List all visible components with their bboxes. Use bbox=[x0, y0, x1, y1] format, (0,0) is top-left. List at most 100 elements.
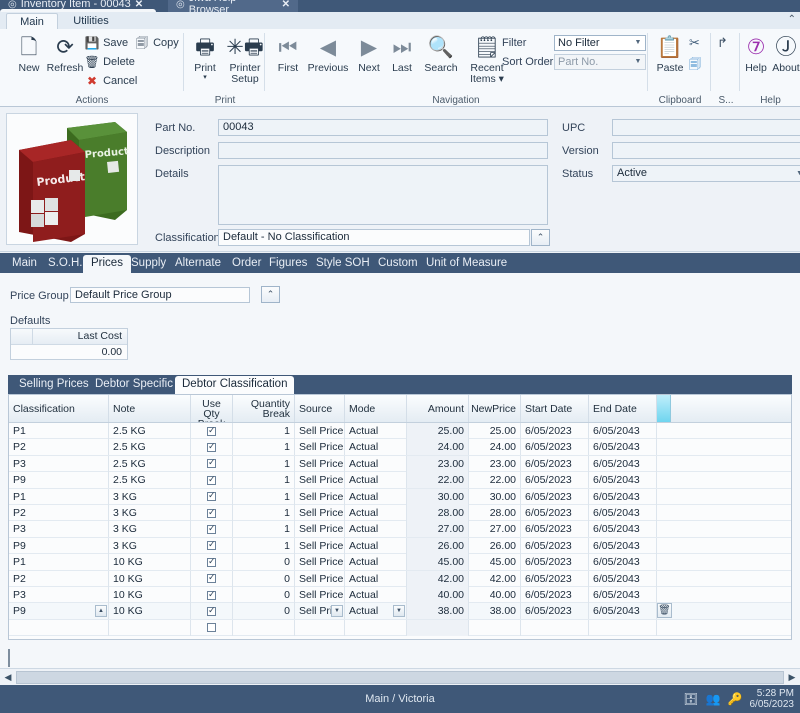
search-button[interactable]: 🔍 Search bbox=[418, 33, 464, 74]
table-row[interactable]: P910 KG0Sell Pric▼Actual▼38.0038.006/05/… bbox=[9, 603, 791, 619]
table-row[interactable]: P22.5 KG1Sell PriceActual24.0024.006/05/… bbox=[9, 439, 791, 455]
ribbon-tab-main[interactable]: Main bbox=[6, 13, 58, 30]
print-button[interactable]: 🖶 Print ▾ bbox=[185, 33, 225, 81]
delete-button[interactable]: 🗑 Delete bbox=[84, 54, 135, 71]
cell-start-date[interactable]: 6/05/2023 bbox=[521, 538, 589, 554]
cell-classification[interactable]: P1 bbox=[9, 423, 109, 439]
cell-quantity-break[interactable]: 0 bbox=[233, 603, 295, 619]
checkbox-use-qty-break[interactable] bbox=[207, 492, 216, 501]
cell-start-date[interactable]: 6/05/2023 bbox=[521, 489, 589, 505]
checkbox-use-qty-break[interactable] bbox=[207, 459, 216, 468]
cell-mode[interactable]: Actual▼ bbox=[345, 603, 407, 619]
cell-mode[interactable]: Actual bbox=[345, 423, 407, 439]
ribbon-tab-utilities[interactable]: Utilities bbox=[60, 13, 122, 30]
cell-new-price[interactable]: 45.00 bbox=[469, 554, 521, 570]
ribbon-collapse-icon[interactable]: ⌃ bbox=[788, 14, 796, 25]
cell-start-date[interactable]: 6/05/2023 bbox=[521, 456, 589, 472]
cell-end-date[interactable]: 6/05/2043 bbox=[589, 538, 657, 554]
table-row[interactable]: P12.5 KG1Sell PriceActual25.0025.006/05/… bbox=[9, 423, 791, 439]
cell-classification[interactable]: P2 bbox=[9, 439, 109, 455]
price-group-lookup-button[interactable]: ⌃ bbox=[261, 286, 280, 303]
database-icon[interactable]: 🗄 bbox=[683, 692, 698, 706]
cell-note[interactable]: 2.5 KG bbox=[109, 423, 191, 439]
checkbox-use-qty-break[interactable] bbox=[207, 541, 216, 550]
cell-mode[interactable]: Actual bbox=[345, 521, 407, 537]
table-row[interactable]: P210 KG0Sell PriceActual42.0042.006/05/2… bbox=[9, 571, 791, 587]
cell-note[interactable]: 3 KG bbox=[109, 538, 191, 554]
table-row[interactable]: P92.5 KG1Sell PriceActual22.0022.006/05/… bbox=[9, 472, 791, 488]
cell-note[interactable]: 3 KG bbox=[109, 521, 191, 537]
checkbox-use-qty-break[interactable] bbox=[207, 623, 216, 632]
cell-start-date[interactable]: 6/05/2023 bbox=[521, 505, 589, 521]
cell-amount[interactable]: 28.00 bbox=[407, 505, 469, 521]
mode-dropdown-icon[interactable]: ▼ bbox=[393, 605, 405, 617]
table-row[interactable]: P23 KG1Sell PriceActual28.0028.006/05/20… bbox=[9, 505, 791, 521]
tab-unit-of-measure[interactable]: Unit of Measure bbox=[418, 253, 515, 273]
tab-alternate[interactable]: Alternate bbox=[167, 253, 229, 273]
table-row[interactable]: P110 KG0Sell PriceActual45.0045.006/05/2… bbox=[9, 554, 791, 570]
cell-quantity-break[interactable]: 0 bbox=[233, 554, 295, 570]
copy-icon[interactable]: 🗐 bbox=[689, 55, 701, 76]
tab-main[interactable]: Main bbox=[4, 253, 45, 273]
cell-end-date[interactable]: 6/05/2043 bbox=[589, 571, 657, 587]
chevron-down-icon[interactable]: ▼ bbox=[633, 55, 643, 69]
cell-amount[interactable]: 38.00 bbox=[407, 603, 469, 619]
last-button[interactable]: ⏭ Last bbox=[385, 33, 419, 74]
send-share-icon[interactable]: ↱ bbox=[717, 35, 728, 51]
filter-select[interactable]: No Filter ▼ bbox=[554, 35, 646, 51]
cell-mode[interactable]: Actual bbox=[345, 489, 407, 505]
cell-use-qty-break[interactable] bbox=[191, 439, 233, 455]
col-header-note[interactable]: Note bbox=[109, 395, 191, 422]
classification-input[interactable]: Default - No Classification bbox=[218, 229, 530, 246]
cell-classification[interactable]: P9 bbox=[9, 472, 109, 488]
cell-use-qty-break[interactable] bbox=[191, 505, 233, 521]
cell-new-price[interactable]: 24.00 bbox=[469, 439, 521, 455]
cell-quantity-break[interactable]: 0 bbox=[233, 571, 295, 587]
cell-note[interactable]: 10 KG bbox=[109, 571, 191, 587]
cell-use-qty-break[interactable] bbox=[191, 456, 233, 472]
cell-start-date[interactable] bbox=[521, 620, 589, 636]
col-header-start-date[interactable]: Start Date bbox=[521, 395, 589, 422]
cell-use-qty-break[interactable] bbox=[191, 587, 233, 603]
cell-quantity-break[interactable] bbox=[233, 620, 295, 636]
cancel-button[interactable]: ✖ Cancel bbox=[84, 73, 137, 90]
cell-quantity-break[interactable]: 1 bbox=[233, 439, 295, 455]
cell-source[interactable]: Sell Price bbox=[295, 571, 345, 587]
help-button[interactable]: ⑦ Help bbox=[741, 33, 771, 74]
copy-button[interactable]: 🗐 Copy bbox=[134, 35, 179, 52]
cell-mode[interactable]: Actual bbox=[345, 472, 407, 488]
cell-start-date[interactable]: 6/05/2023 bbox=[521, 571, 589, 587]
cell-note[interactable]: 10 KG bbox=[109, 587, 191, 603]
cell-mode[interactable] bbox=[345, 620, 407, 636]
cell-mode[interactable]: Actual bbox=[345, 571, 407, 587]
cell-classification[interactable]: P9 bbox=[9, 538, 109, 554]
upc-input[interactable] bbox=[612, 119, 800, 136]
scroll-right-icon[interactable]: ▶ bbox=[784, 672, 800, 683]
subtab-debtor-classification[interactable]: Debtor Classification bbox=[175, 376, 294, 394]
cell-end-date[interactable]: 6/05/2043 bbox=[589, 603, 657, 619]
cell-quantity-break[interactable]: 1 bbox=[233, 456, 295, 472]
checkbox-use-qty-break[interactable] bbox=[207, 607, 216, 616]
cell-use-qty-break[interactable] bbox=[191, 538, 233, 554]
cell-classification[interactable]: P2 bbox=[9, 571, 109, 587]
cell-end-date[interactable]: 6/05/2043 bbox=[589, 472, 657, 488]
cell-amount[interactable]: 27.00 bbox=[407, 521, 469, 537]
cell-use-qty-break[interactable] bbox=[191, 554, 233, 570]
col-header-end-date[interactable]: End Date bbox=[589, 395, 657, 422]
cell-amount[interactable]: 25.00 bbox=[407, 423, 469, 439]
description-input[interactable] bbox=[218, 142, 548, 159]
cell-source[interactable] bbox=[295, 620, 345, 636]
product-image[interactable]: Product Product bbox=[6, 113, 138, 245]
cell-use-qty-break[interactable] bbox=[191, 620, 233, 636]
details-textarea[interactable] bbox=[218, 165, 548, 225]
cell-new-price[interactable]: 25.00 bbox=[469, 423, 521, 439]
cell-end-date[interactable]: 6/05/2043 bbox=[589, 587, 657, 603]
chevron-down-icon[interactable]: ▼ bbox=[796, 166, 800, 181]
cell-new-price[interactable] bbox=[469, 620, 521, 636]
table-row[interactable]: P32.5 KG1Sell PriceActual23.0023.006/05/… bbox=[9, 456, 791, 472]
cell-use-qty-break[interactable] bbox=[191, 571, 233, 587]
cell-source[interactable]: Sell Price bbox=[295, 587, 345, 603]
previous-button[interactable]: ◀ Previous bbox=[304, 33, 352, 74]
checkbox-use-qty-break[interactable] bbox=[207, 591, 216, 600]
version-input[interactable] bbox=[612, 142, 800, 159]
